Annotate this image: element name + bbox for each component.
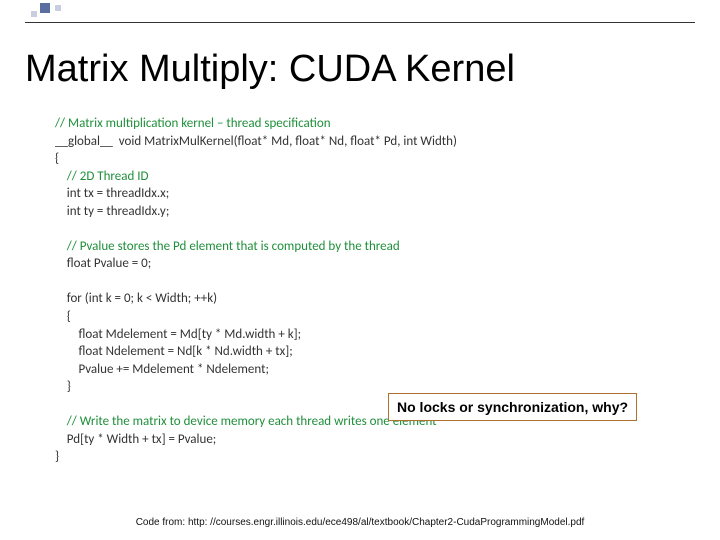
code-comment: // Pvalue stores the Pd element that is … xyxy=(55,239,400,254)
code-line: float Ndelement = Nd[k * Nd.width + tx]; xyxy=(55,344,293,359)
code-line: float Pvalue = 0; xyxy=(55,256,151,271)
code-line: Pd[ty * Width + tx] = Pvalue; xyxy=(55,432,216,447)
footer-citation: Code from: http: //courses.engr.illinois… xyxy=(0,517,720,528)
code-line: float Mdelement = Md[ty * Md.width + k]; xyxy=(55,327,301,342)
code-line: Pvalue += Mdelement * Ndelement; xyxy=(55,362,269,377)
header-divider xyxy=(25,22,695,23)
code-line: } xyxy=(55,379,71,394)
code-line: { xyxy=(55,151,59,166)
code-line: __global__ void MatrixMulKernel(float* M… xyxy=(55,134,457,149)
code-comment: // 2D Thread ID xyxy=(55,169,149,184)
code-comment: // Write the matrix to device memory eac… xyxy=(55,414,437,429)
header-square-small-2 xyxy=(31,11,37,17)
code-comment: // Matrix multiplication kernel – thread… xyxy=(55,116,331,131)
code-line: for (int k = 0; k < Width; ++k) xyxy=(55,291,217,306)
code-line: } xyxy=(55,449,59,464)
code-line: { xyxy=(55,309,71,324)
code-line: int tx = threadIdx.x; xyxy=(55,186,169,201)
header-square-small-1 xyxy=(55,5,61,11)
slide-title: Matrix Multiply: CUDA Kernel xyxy=(25,48,515,91)
code-line: int ty = threadIdx.y; xyxy=(55,204,169,219)
callout-annotation: No locks or synchronization, why? xyxy=(388,393,637,421)
header-square-accent xyxy=(40,3,50,13)
slide-header-decoration xyxy=(0,0,720,24)
